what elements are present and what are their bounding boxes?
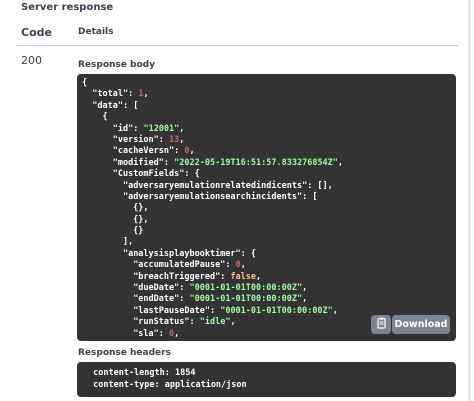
code-line: "cacheVersn": 0, xyxy=(112,146,195,157)
code-line: "modified": "2022-05-19T16:51:57.8332768… xyxy=(112,157,344,168)
response-headers-text: content-length: 1854 content-type: appli… xyxy=(88,368,252,391)
code-line: "endDate": "0001-01-01T00:00:00Z", xyxy=(133,294,308,305)
code-line: "data": [ xyxy=(92,100,139,111)
code-line: "sla": 0, xyxy=(133,328,180,339)
download-button[interactable]: Download xyxy=(392,315,450,334)
code-line: "accumulatedPause": 0, xyxy=(133,260,246,271)
code-line: { xyxy=(82,78,88,88)
code-line: "adversaryemulationrelatedindicents": []… xyxy=(122,180,333,191)
response-body-json: { "total": 1, "data": [ { "id": "12001",… xyxy=(82,78,343,340)
code-line: "breachTriggered": false, xyxy=(133,271,262,282)
code-line: {}, xyxy=(82,214,149,225)
copy-to-clipboard-button[interactable] xyxy=(371,315,391,334)
clipboard-icon xyxy=(376,317,387,332)
code-column-header: Code xyxy=(21,26,52,39)
header-line: content-type: application/json xyxy=(88,379,252,390)
code-line: "lastPauseDate": "0001-01-01T00:00:00Z", xyxy=(133,305,338,316)
server-response-title: Server response xyxy=(21,2,114,13)
code-line: "runStatus": "idle", xyxy=(133,317,236,328)
code-line: "total": 1, xyxy=(92,89,149,100)
response-headers-code-block[interactable]: content-length: 1854 content-type: appli… xyxy=(77,362,456,397)
header-line: content-length: 1854 xyxy=(88,368,201,378)
code-line: {}, xyxy=(82,203,149,214)
code-line: "version": 13, xyxy=(112,134,185,145)
response-status-code: 200 xyxy=(21,54,42,67)
details-column-header: Details xyxy=(78,27,114,37)
code-line: "analysisplaybooktimer": { xyxy=(122,248,257,259)
header-divider xyxy=(17,45,458,46)
code-line: "id": "12001", xyxy=(112,123,185,134)
response-headers-label: Response headers xyxy=(78,348,171,358)
code-line: { xyxy=(82,112,108,123)
code-line: "adversaryemulationsearchincidents": [ xyxy=(122,191,318,202)
code-line: ], xyxy=(82,237,134,248)
code-line: "dueDate": "0001-01-01T00:00:00Z", xyxy=(133,283,308,294)
code-line: {} xyxy=(82,226,144,237)
code-line: "CustomFields": { xyxy=(112,169,200,180)
response-body-code-block[interactable]: { "total": 1, "data": [ { "id": "12001",… xyxy=(77,74,456,341)
scrollbar-track[interactable] xyxy=(468,0,471,401)
response-body-label: Response body xyxy=(78,60,155,70)
